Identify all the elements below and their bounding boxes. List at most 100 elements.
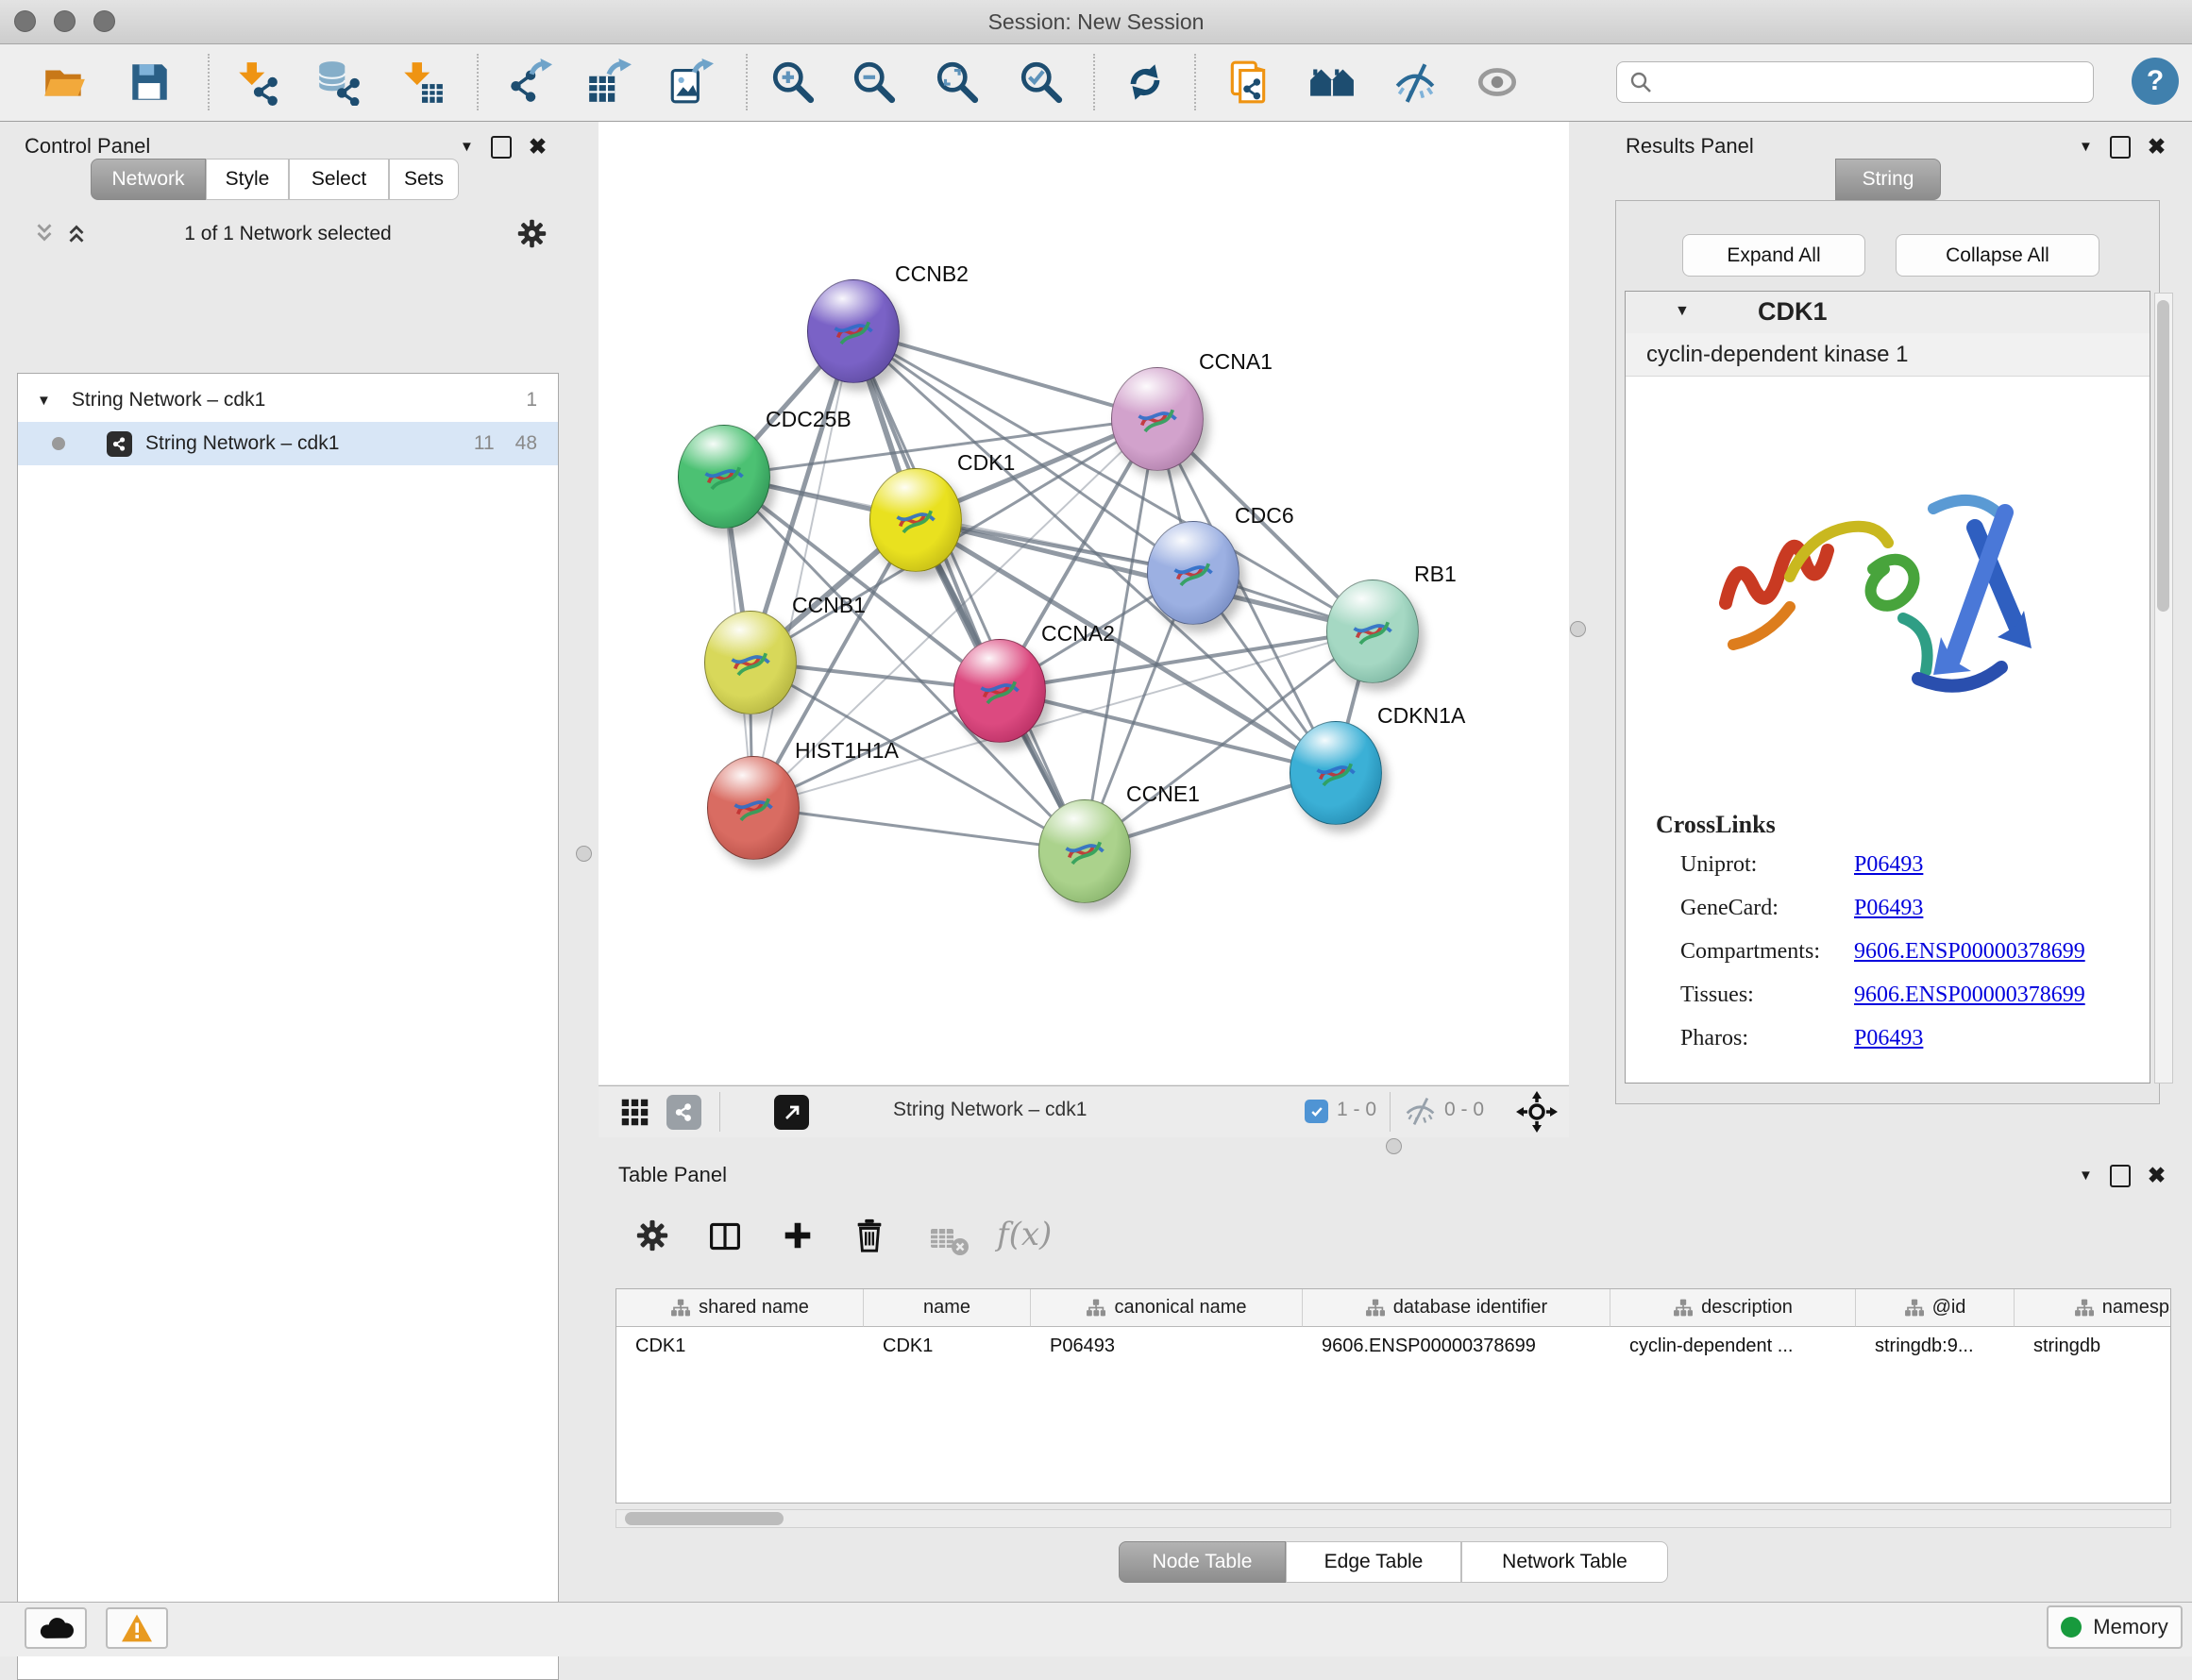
- network-node-CCNA1[interactable]: [1111, 367, 1204, 471]
- column-header-description[interactable]: description: [1610, 1289, 1856, 1327]
- warnings-button[interactable]: [106, 1607, 168, 1649]
- selected-checkbox-icon[interactable]: [1305, 1100, 1328, 1123]
- save-session-icon[interactable]: [123, 56, 176, 109]
- network-node-CDC6[interactable]: [1147, 521, 1239, 625]
- float-panel-icon[interactable]: ▼: [2079, 1168, 2093, 1184]
- table-panel-title: Table Panel: [618, 1163, 727, 1187]
- crosslink-genecard-link[interactable]: P06493: [1854, 896, 1923, 921]
- left-splitter-handle[interactable]: [576, 846, 592, 862]
- column-header-namespace[interactable]: namespace: [2015, 1289, 2171, 1327]
- fit-selected-crosshair-icon[interactable]: [1516, 1091, 1558, 1133]
- column-header-name[interactable]: name: [864, 1289, 1031, 1327]
- network-collection-row[interactable]: ▼ String Network – cdk1 1: [18, 378, 558, 422]
- tab-network-table[interactable]: Network Table: [1461, 1541, 1668, 1583]
- tab-string[interactable]: String: [1835, 159, 1941, 200]
- tab-edge-table[interactable]: Edge Table: [1286, 1541, 1461, 1583]
- network-row[interactable]: String Network – cdk1 11 48: [18, 422, 558, 465]
- table-cell[interactable]: cyclin-dependent ...: [1610, 1327, 1856, 1365]
- import-network-from-database-icon[interactable]: [312, 56, 364, 109]
- zoom-in-icon[interactable]: [767, 56, 819, 109]
- tab-node-table[interactable]: Node Table: [1119, 1541, 1286, 1583]
- bottom-splitter-handle[interactable]: [1386, 1138, 1402, 1154]
- search-input[interactable]: [1653, 70, 2072, 94]
- column-header-database-identifier[interactable]: database identifier: [1303, 1289, 1610, 1327]
- network-options-gear-icon[interactable]: [517, 219, 547, 248]
- create-column-icon[interactable]: [780, 1218, 816, 1253]
- tab-style[interactable]: Style: [206, 159, 289, 200]
- function-builder-icon: f(x): [997, 1216, 1052, 1253]
- network-node-CCNB2[interactable]: [807, 279, 900, 383]
- network-canvas[interactable]: CCNB2CCNA1CDC25BCDK1CDC6RB1CCNB1CCNA2CDK…: [599, 122, 1569, 1084]
- expand-all-networks-icon[interactable]: [66, 221, 87, 245]
- zoom-fit-icon[interactable]: [931, 56, 984, 109]
- hidden-items-icon[interactable]: [1403, 1094, 1438, 1129]
- maximize-panel-icon[interactable]: [2110, 136, 2131, 159]
- crosslink-uniprot-link[interactable]: P06493: [1854, 852, 1923, 878]
- grid-view-icon[interactable]: [619, 1097, 650, 1128]
- table-cell[interactable]: P06493: [1031, 1327, 1303, 1365]
- table-cell[interactable]: stringdb: [2015, 1327, 2171, 1365]
- result-card-header[interactable]: ▼ CDK1: [1626, 292, 2150, 334]
- collapse-all-networks-icon[interactable]: [34, 221, 55, 245]
- crosslink-compartments-link[interactable]: 9606.ENSP00000378699: [1854, 939, 2085, 965]
- close-panel-icon[interactable]: ✖: [529, 134, 547, 160]
- help-icon[interactable]: ?: [2132, 58, 2179, 105]
- tab-sets[interactable]: Sets: [389, 159, 459, 200]
- column-header-shared-name[interactable]: shared name: [616, 1289, 864, 1327]
- network-node-CCNE1[interactable]: [1038, 799, 1131, 903]
- import-network-icon[interactable]: [230, 56, 283, 109]
- maximize-panel-icon[interactable]: [491, 136, 512, 159]
- show-all-icon[interactable]: [1471, 56, 1524, 109]
- open-in-new-window-icon[interactable]: [774, 1095, 809, 1130]
- zoom-selected-icon[interactable]: [1015, 56, 1068, 109]
- network-node-CDC25B[interactable]: [678, 425, 770, 529]
- table-cell[interactable]: CDK1: [616, 1327, 864, 1365]
- column-header-canonical-name[interactable]: canonical name: [1031, 1289, 1303, 1327]
- export-network-icon[interactable]: [502, 56, 555, 109]
- table-options-gear-icon[interactable]: [636, 1219, 668, 1252]
- hide-selected-icon[interactable]: [1389, 56, 1442, 109]
- memory-button[interactable]: Memory: [2047, 1605, 2183, 1649]
- delete-column-trash-icon[interactable]: [852, 1218, 887, 1253]
- table-cell[interactable]: 9606.ENSP00000378699: [1303, 1327, 1610, 1365]
- crosslink-tissues-link[interactable]: 9606.ENSP00000378699: [1854, 983, 2085, 1008]
- crosslink-pharos-link[interactable]: P06493: [1854, 1026, 1923, 1051]
- table-cell[interactable]: stringdb:9...: [1856, 1327, 2015, 1365]
- close-panel-icon[interactable]: ✖: [2148, 1163, 2166, 1188]
- main-toolbar: ?: [0, 44, 2192, 122]
- tab-network[interactable]: Network: [91, 159, 206, 200]
- copy-network-icon[interactable]: [1222, 56, 1274, 109]
- network-node-RB1[interactable]: [1326, 580, 1419, 683]
- export-image-icon[interactable]: [664, 56, 717, 109]
- cloud-status-button[interactable]: [25, 1607, 87, 1649]
- export-table-icon[interactable]: [582, 56, 635, 109]
- collapse-all-button[interactable]: Collapse All: [1896, 234, 2099, 277]
- collection-expand-icon[interactable]: ▼: [37, 393, 51, 409]
- table-scrollbar-thumb[interactable]: [625, 1512, 784, 1525]
- network-node-HIST1H1A[interactable]: [707, 756, 800, 860]
- import-table-icon[interactable]: [396, 56, 448, 109]
- zoom-out-icon[interactable]: [848, 56, 901, 109]
- table-cell[interactable]: CDK1: [864, 1327, 1031, 1365]
- network-node-CCNA2[interactable]: [953, 639, 1046, 743]
- open-session-icon[interactable]: [38, 56, 91, 109]
- string-badge-icon[interactable]: [666, 1095, 701, 1130]
- column-header-id[interactable]: @id: [1856, 1289, 2015, 1327]
- close-panel-icon[interactable]: ✖: [2148, 134, 2166, 160]
- table-horizontal-scrollbar[interactable]: [615, 1509, 2171, 1528]
- network-node-CDK1[interactable]: [869, 468, 962, 572]
- network-node-label-CDKN1A: CDKN1A: [1377, 703, 1465, 729]
- maximize-panel-icon[interactable]: [2110, 1165, 2131, 1187]
- tab-select[interactable]: Select: [289, 159, 389, 200]
- network-node-CCNB1[interactable]: [704, 611, 797, 714]
- first-neighbors-icon[interactable]: [1306, 56, 1358, 109]
- expand-all-button[interactable]: Expand All: [1682, 234, 1865, 277]
- collapse-entry-icon[interactable]: ▼: [1675, 303, 1690, 320]
- float-panel-icon[interactable]: ▼: [2079, 139, 2093, 155]
- results-scrollbar-thumb[interactable]: [2157, 300, 2169, 612]
- network-node-CDKN1A[interactable]: [1290, 721, 1382, 825]
- node-table[interactable]: shared name name canonical name database…: [615, 1288, 2171, 1504]
- show-columns-icon[interactable]: [708, 1219, 742, 1253]
- refresh-view-icon[interactable]: [1119, 56, 1172, 109]
- float-panel-icon[interactable]: ▼: [460, 139, 474, 155]
